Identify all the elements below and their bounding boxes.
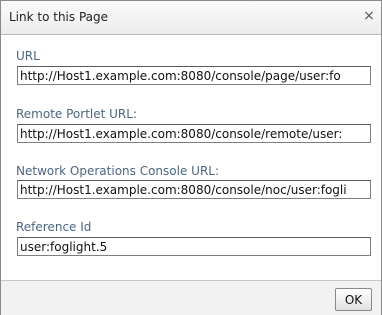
dialog-footer: OK [1,280,381,315]
ok-button[interactable]: OK [335,288,372,311]
reference-id-label: Reference Id [16,220,92,234]
remote-portlet-url-field[interactable] [17,124,371,143]
url-field[interactable] [17,66,371,85]
dialog-title: Link to this Page [9,10,109,24]
link-to-page-dialog: Link to this Page × URL Remote Portlet U… [0,0,382,315]
dialog-titlebar[interactable]: Link to this Page × [1,1,381,35]
noc-url-label: Network Operations Console URL: [16,164,220,178]
noc-url-field[interactable] [17,180,371,199]
reference-id-field[interactable] [17,237,371,256]
close-icon[interactable]: × [362,7,376,25]
dialog-body: URL Remote Portlet URL: Network Operatio… [1,35,381,280]
url-label: URL [16,49,40,63]
remote-portlet-url-label: Remote Portlet URL: [16,107,137,121]
